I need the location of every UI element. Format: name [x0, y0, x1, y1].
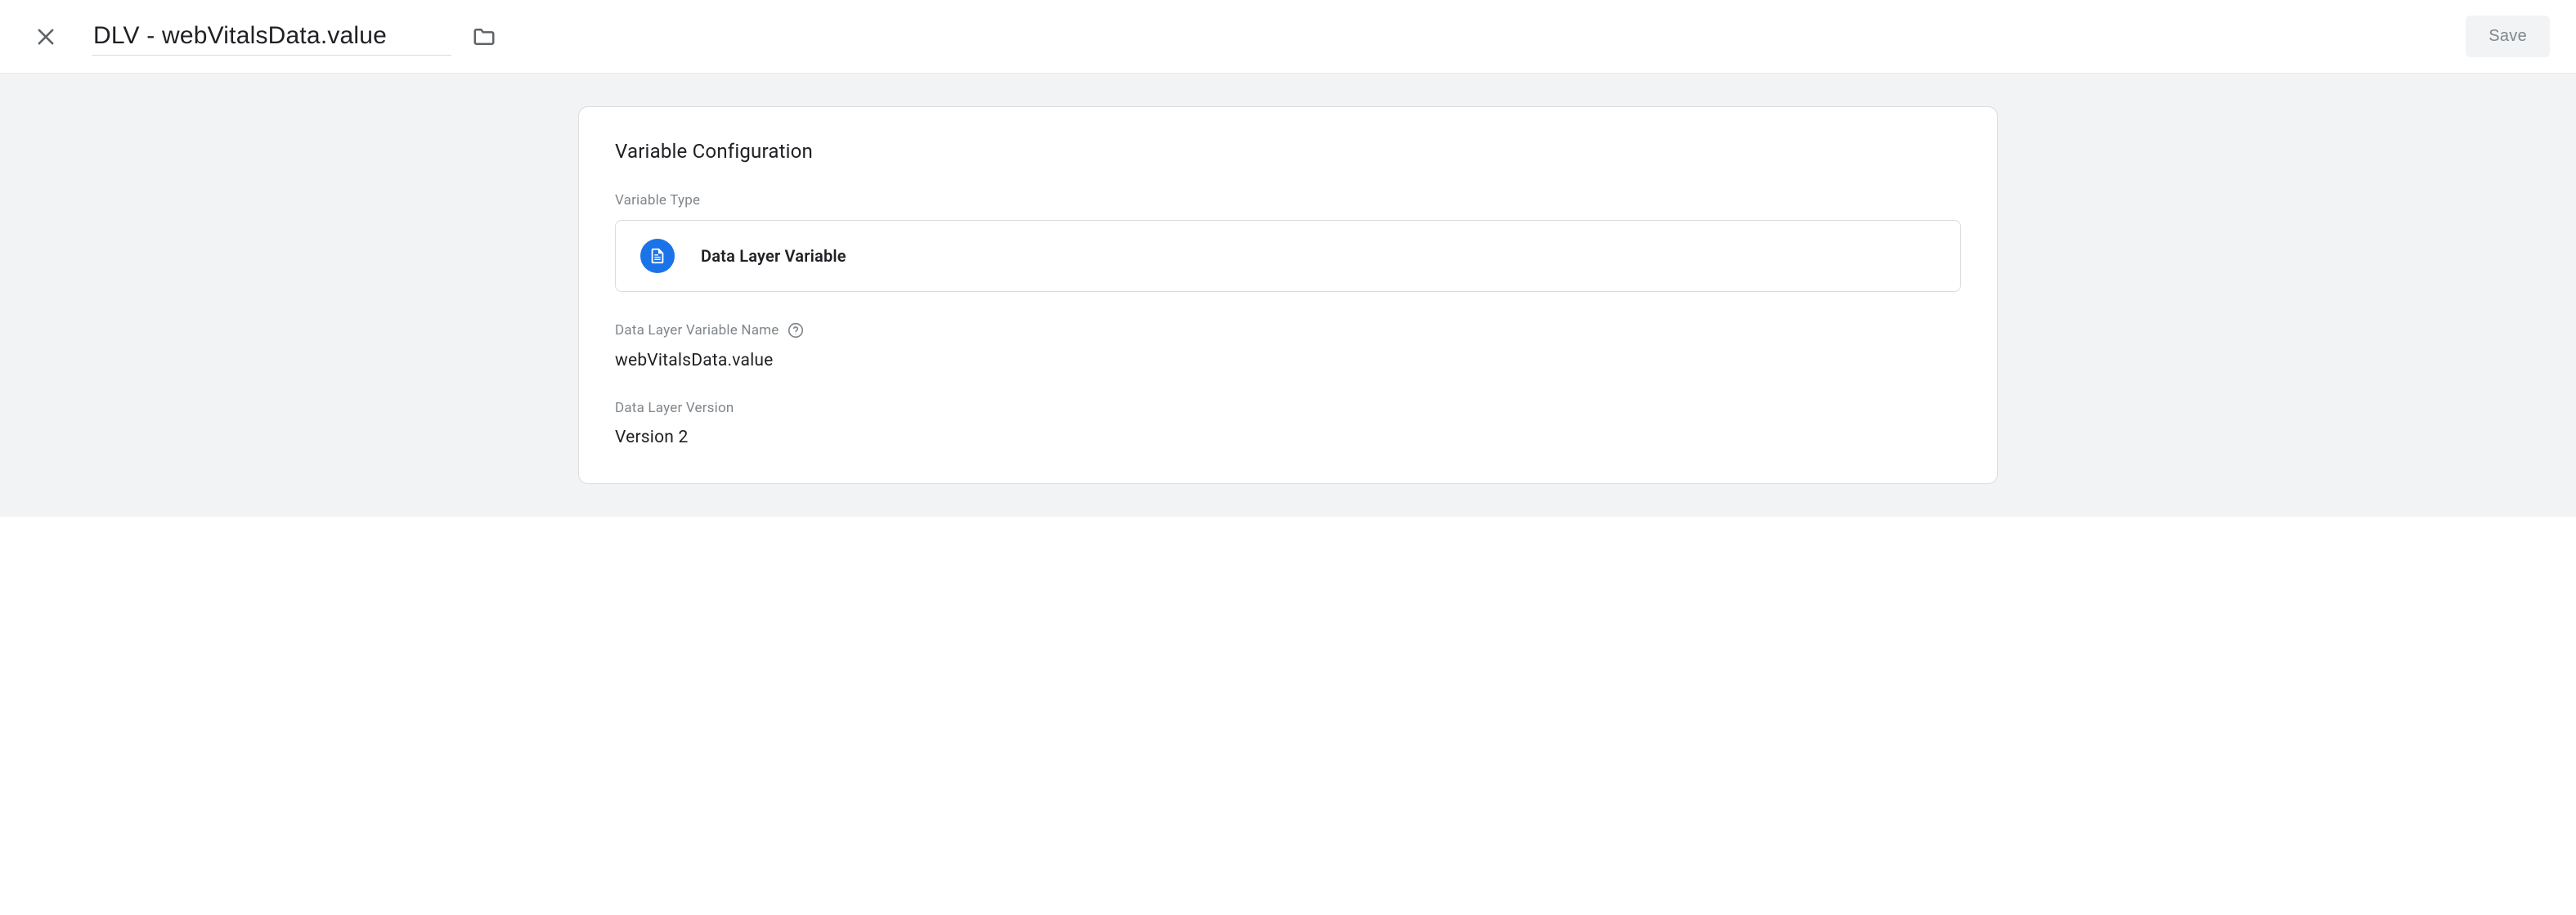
save-button[interactable]: Save	[2466, 16, 2550, 57]
variable-type-name: Data Layer Variable	[701, 246, 846, 266]
version-value: Version 2	[615, 428, 1961, 447]
folder-icon	[472, 25, 496, 49]
editor-header: Save	[0, 0, 2576, 74]
close-icon	[34, 25, 57, 48]
variable-type-selector[interactable]: Data Layer Variable	[615, 220, 1961, 292]
version-label: Data Layer Version	[615, 400, 1961, 416]
close-button[interactable]	[26, 17, 65, 56]
help-icon[interactable]	[787, 321, 805, 339]
card-title: Variable Configuration	[615, 140, 1961, 163]
variable-configuration-card: Variable Configuration Variable Type Dat…	[578, 106, 1998, 484]
variable-name-label: Data Layer Variable Name	[615, 321, 1961, 339]
data-layer-variable-icon	[640, 239, 675, 273]
variable-type-label: Variable Type	[615, 192, 1961, 209]
folder-button[interactable]	[464, 17, 504, 56]
variable-name-value: webVitalsData.value	[615, 351, 1961, 370]
variable-title-input[interactable]	[92, 17, 451, 56]
content-area: Variable Configuration Variable Type Dat…	[0, 74, 2576, 517]
